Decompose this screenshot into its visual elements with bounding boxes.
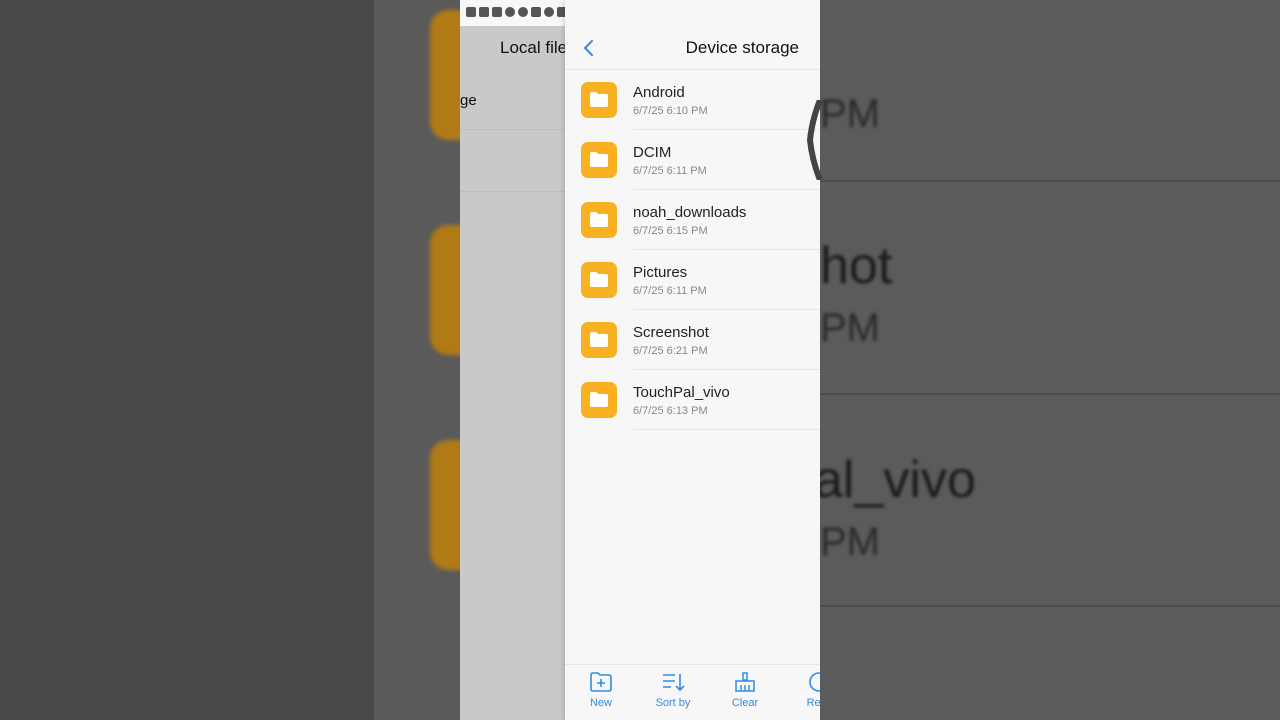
- list-item[interactable]: Android 6/7/25 6:10 PM: [565, 70, 820, 130]
- list-item[interactable]: Screenshot 6/7/25 6:21 PM: [565, 310, 820, 370]
- device-storage-pane: Device storage Android 6/7/25 6:10 PM DC…: [565, 0, 820, 720]
- file-date: 6/7/25 6:13 PM: [633, 405, 708, 417]
- chevron-left-icon[interactable]: [577, 36, 601, 60]
- folder-icon: [581, 202, 617, 238]
- background-text: hot: [820, 237, 893, 295]
- file-name: noah_downloads: [633, 204, 747, 221]
- local-files-title: Local file: [500, 38, 568, 57]
- new-folder-icon: [590, 672, 612, 692]
- folder-icon: [581, 322, 617, 358]
- file-name: TouchPal_vivo: [633, 384, 730, 401]
- background-left: [0, 0, 374, 720]
- header: Device storage: [565, 26, 820, 70]
- background-text: PM: [820, 520, 880, 564]
- storage-row[interactable]: ge: [460, 70, 565, 130]
- divider: [633, 429, 820, 430]
- sort-by-label: Sort by: [655, 697, 691, 709]
- folder-icon: [581, 82, 617, 118]
- file-date: 6/7/25 6:21 PM: [633, 345, 708, 357]
- file-name: Android: [633, 84, 685, 101]
- new-label: New: [589, 697, 612, 709]
- new-button[interactable]: New: [571, 671, 631, 709]
- storage-row[interactable]: [460, 130, 565, 192]
- list-item[interactable]: Pictures 6/7/25 6:11 PM: [565, 250, 820, 310]
- file-name: Pictures: [633, 264, 688, 281]
- refresh-icon: [809, 672, 820, 692]
- background-text: PM: [820, 92, 880, 136]
- file-date: 6/7/25 6:11 PM: [633, 165, 707, 177]
- background-text: al_vivo: [820, 451, 976, 509]
- clear-label: Clear: [731, 697, 759, 709]
- file-date: 6/7/25 6:10 PM: [633, 105, 708, 117]
- list-item[interactable]: DCIM 6/7/25 6:11 PM: [565, 130, 820, 190]
- background-divider: [820, 180, 1280, 182]
- file-list: Android 6/7/25 6:10 PM DCIM 6/7/25 6:11 …: [565, 70, 820, 430]
- refresh-button[interactable]: Refr: [787, 671, 820, 709]
- sort-icon: [663, 674, 685, 692]
- background-right: PM hot PM al_vivo PM: [820, 0, 1280, 720]
- background-divider: [820, 605, 1280, 607]
- file-date: 6/7/25 6:15 PM: [633, 225, 708, 237]
- sort-by-button[interactable]: Sort by: [643, 671, 703, 709]
- file-name: Screenshot: [633, 324, 709, 341]
- folder-icon: [581, 142, 617, 178]
- phone-screen: 6:22 PM 88 Local file ge Device storage: [460, 0, 820, 720]
- broom-icon: [735, 672, 755, 692]
- side-tab-handle[interactable]: [806, 100, 824, 180]
- file-name: DCIM: [633, 144, 672, 161]
- file-date: 6/7/25 6:11 PM: [633, 285, 707, 297]
- local-files-pane: Local file ge: [460, 26, 568, 720]
- storage-row-label: ge: [460, 92, 477, 109]
- folder-icon: [581, 262, 617, 298]
- refresh-label: Refr: [806, 697, 820, 709]
- background-text: PM: [820, 306, 880, 350]
- clear-button[interactable]: Clear: [715, 671, 775, 709]
- page-title: Device storage: [685, 38, 799, 57]
- list-item[interactable]: noah_downloads 6/7/25 6:15 PM: [565, 190, 820, 250]
- background-divider: [820, 393, 1280, 395]
- folder-icon: [581, 382, 617, 418]
- bottom-toolbar: New Sort by Clear Re: [565, 664, 820, 720]
- list-item[interactable]: TouchPal_vivo 6/7/25 6:13 PM: [565, 370, 820, 430]
